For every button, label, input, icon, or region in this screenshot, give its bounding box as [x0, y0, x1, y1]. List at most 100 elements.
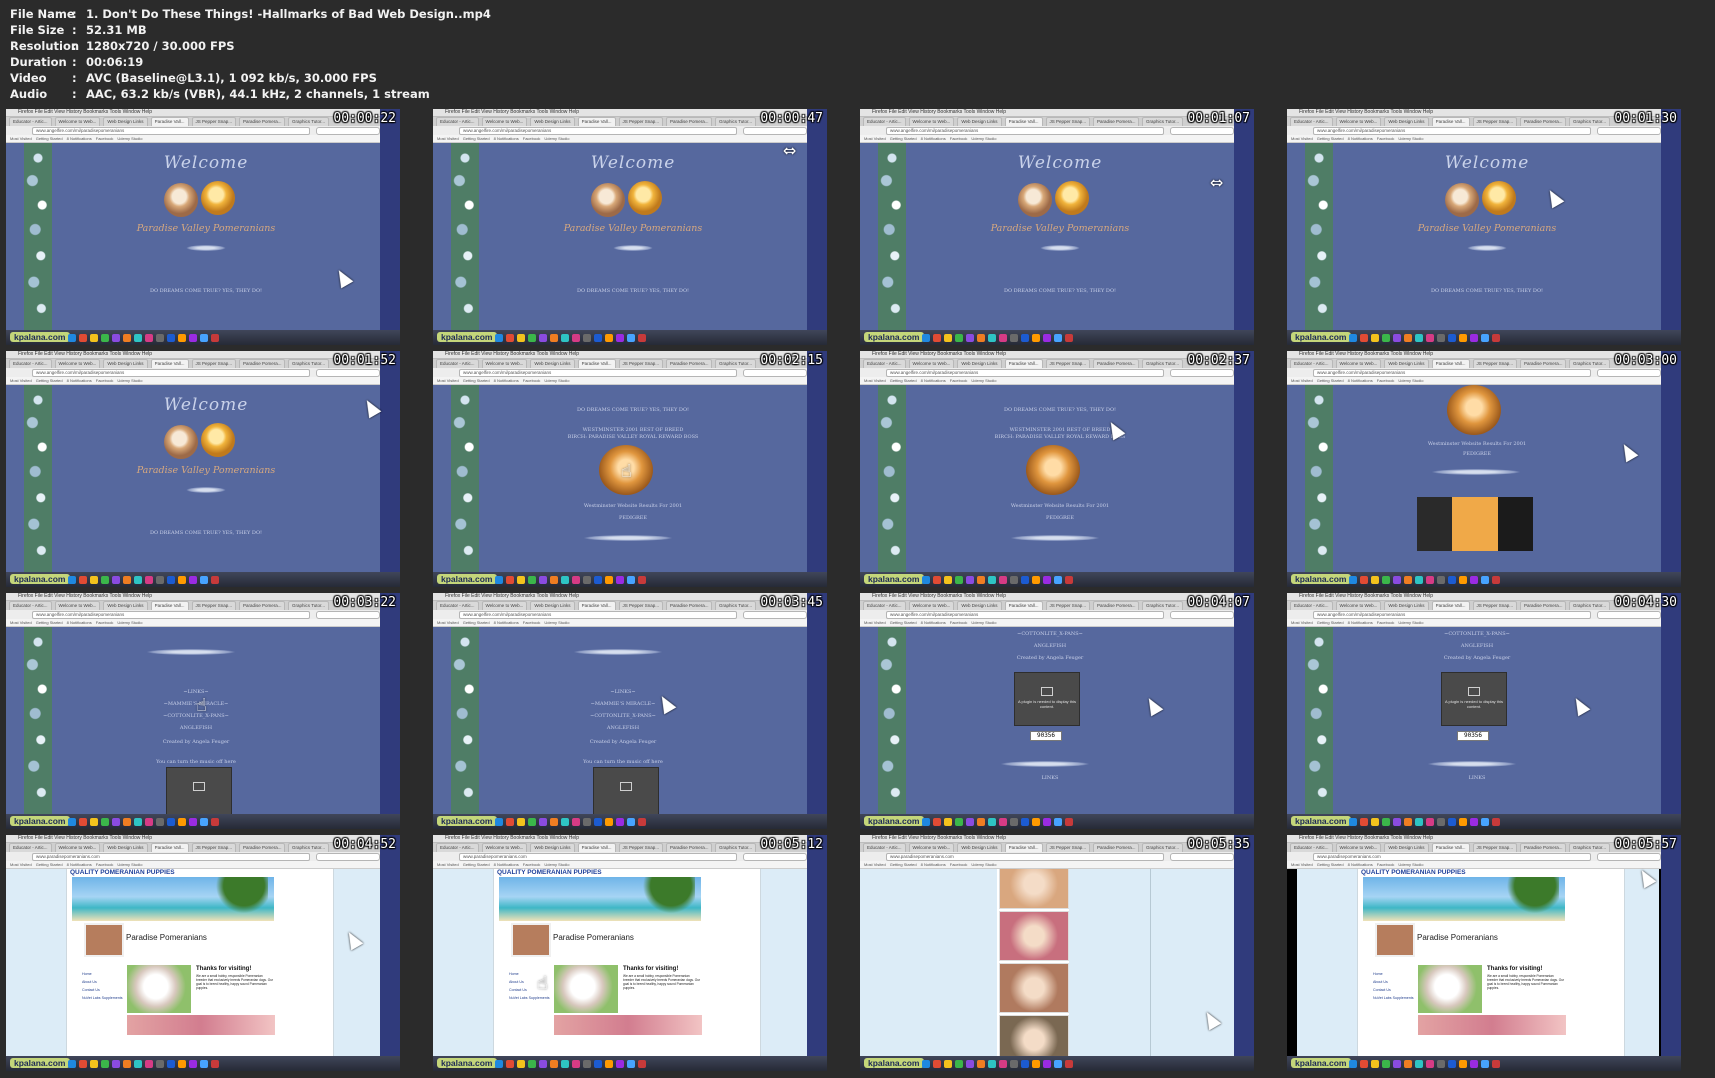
- dock-app-icon[interactable]: [594, 1060, 602, 1068]
- dock-app-icon[interactable]: [616, 818, 624, 826]
- bookmark-item[interactable]: Most Visited: [864, 378, 886, 383]
- browser-tab[interactable]: Educator - Artic...: [863, 601, 906, 610]
- dock-app-icon[interactable]: [638, 334, 646, 342]
- browser-tab[interactable]: Paradise Pomera...: [1520, 843, 1567, 852]
- bookmark-item[interactable]: Most Visited: [10, 620, 32, 625]
- dock-app-icon[interactable]: [594, 334, 602, 342]
- url-field[interactable]: www.angelfire.com/mi/paradisepomeranians: [32, 369, 310, 377]
- bookmark-item[interactable]: 8 Notifications: [494, 620, 519, 625]
- bookmark-item[interactable]: Udemy Studio: [544, 378, 569, 383]
- url-field[interactable]: www.angelfire.com/mi/paradisepomeranians: [1313, 127, 1591, 135]
- video-thumbnail[interactable]: Firefox File Edit View History Bookmarks…: [6, 835, 400, 1071]
- search-field[interactable]: [743, 127, 807, 135]
- dock-app-icon[interactable]: [495, 576, 503, 584]
- bookmark-item[interactable]: 8 Notifications: [921, 620, 946, 625]
- app-menu[interactable]: Firefox File Edit View History Bookmarks…: [872, 593, 1006, 599]
- bookmark-item[interactable]: Getting Started: [36, 862, 63, 867]
- dock-app-icon[interactable]: [200, 334, 208, 342]
- dock-app-icon[interactable]: [944, 1060, 952, 1068]
- dock-app-icon[interactable]: [1393, 818, 1401, 826]
- browser-tab[interactable]: Graphics Tutor...: [1142, 843, 1184, 852]
- bookmark-item[interactable]: Udemy Studio: [971, 378, 996, 383]
- bookmark-item[interactable]: Most Visited: [10, 862, 32, 867]
- dock-app-icon[interactable]: [1371, 576, 1379, 584]
- dock-app-icon[interactable]: [1459, 576, 1467, 584]
- dock-app-icon[interactable]: [495, 1060, 503, 1068]
- dock-app-icon[interactable]: [922, 334, 930, 342]
- dock-app-icon[interactable]: [966, 1060, 974, 1068]
- dock-app-icon[interactable]: [211, 576, 219, 584]
- dock-app-icon[interactable]: [167, 576, 175, 584]
- browser-tab[interactable]: Paradise Vall...: [577, 359, 616, 368]
- dock-app-icon[interactable]: [561, 818, 569, 826]
- url-field[interactable]: www.angelfire.com/mi/paradisepomeranians: [459, 127, 737, 135]
- app-menu[interactable]: Firefox File Edit View History Bookmarks…: [18, 593, 152, 599]
- dock-app-icon[interactable]: [944, 818, 952, 826]
- dock-app-icon[interactable]: [90, 334, 98, 342]
- browser-tab[interactable]: Educator - Artic...: [1290, 359, 1333, 368]
- browser-tab[interactable]: JS Pepper Snap...: [1472, 601, 1518, 610]
- dock-app-icon[interactable]: [955, 334, 963, 342]
- browser-tab[interactable]: Web Design Links: [1384, 359, 1429, 368]
- dock-app-icon[interactable]: [550, 576, 558, 584]
- browser-tab[interactable]: Welcome to Web...: [908, 117, 955, 126]
- dock-app-icon[interactable]: [1470, 1060, 1478, 1068]
- browser-tab[interactable]: Paradise Pomera...: [666, 843, 713, 852]
- video-thumbnail[interactable]: Firefox File Edit View History Bookmarks…: [1287, 109, 1681, 345]
- bookmark-item[interactable]: Facebook: [96, 620, 114, 625]
- dock-app-icon[interactable]: [79, 1060, 87, 1068]
- browser-tab[interactable]: Paradise Vall...: [1431, 117, 1470, 126]
- browser-tab[interactable]: Graphics Tutor...: [1142, 359, 1184, 368]
- dock-app-icon[interactable]: [605, 334, 613, 342]
- dock-app-icon[interactable]: [112, 1060, 120, 1068]
- dock-app-icon[interactable]: [1426, 334, 1434, 342]
- bookmark-item[interactable]: Facebook: [950, 862, 968, 867]
- dock-app-icon[interactable]: [1043, 576, 1051, 584]
- bookmark-item[interactable]: 8 Notifications: [494, 378, 519, 383]
- dock-app-icon[interactable]: [1481, 818, 1489, 826]
- browser-tab[interactable]: Graphics Tutor...: [715, 359, 757, 368]
- browser-tab[interactable]: Welcome to Web...: [481, 601, 528, 610]
- dock-app-icon[interactable]: [1360, 576, 1368, 584]
- dock-app-icon[interactable]: [79, 576, 87, 584]
- dock-app-icon[interactable]: [583, 818, 591, 826]
- browser-tab[interactable]: Educator - Artic...: [436, 117, 479, 126]
- browser-tab[interactable]: Paradise Vall...: [577, 601, 616, 610]
- dock-app-icon[interactable]: [1032, 1060, 1040, 1068]
- nav-link[interactable]: Home: [82, 970, 123, 978]
- dock-app-icon[interactable]: [1470, 334, 1478, 342]
- browser-tab[interactable]: Web Design Links: [530, 117, 575, 126]
- url-field[interactable]: www.angelfire.com/mi/paradisepomeranians: [32, 611, 310, 619]
- browser-tab[interactable]: Welcome to Web...: [481, 843, 528, 852]
- dock-app-icon[interactable]: [966, 818, 974, 826]
- bookmark-item[interactable]: Facebook: [523, 378, 541, 383]
- browser-tab[interactable]: Educator - Artic...: [9, 117, 52, 126]
- dock-app-icon[interactable]: [1415, 1060, 1423, 1068]
- video-thumbnail[interactable]: Firefox File Edit View History Bookmarks…: [433, 351, 827, 587]
- dock-app-icon[interactable]: [933, 1060, 941, 1068]
- pedigree-link[interactable]: PEDIGREE: [523, 515, 743, 522]
- dock-app-icon[interactable]: [966, 576, 974, 584]
- bookmark-item[interactable]: Most Visited: [1291, 862, 1313, 867]
- browser-tab[interactable]: Welcome to Web...: [1335, 359, 1382, 368]
- browser-tab[interactable]: Educator - Artic...: [436, 359, 479, 368]
- dock-app-icon[interactable]: [506, 818, 514, 826]
- dock-app-icon[interactable]: [517, 818, 525, 826]
- browser-tab[interactable]: Educator - Artic...: [9, 601, 52, 610]
- dock-app-icon[interactable]: [1459, 1060, 1467, 1068]
- bookmark-item[interactable]: Getting Started: [463, 378, 490, 383]
- search-field[interactable]: [1170, 369, 1234, 377]
- bookmark-item[interactable]: 8 Notifications: [1348, 862, 1373, 867]
- dock-app-icon[interactable]: [211, 334, 219, 342]
- bookmark-item[interactable]: Most Visited: [437, 620, 459, 625]
- dock-app-icon[interactable]: [1426, 818, 1434, 826]
- dock-app-icon[interactable]: [561, 576, 569, 584]
- dock-app-icon[interactable]: [594, 576, 602, 584]
- dock-app-icon[interactable]: [134, 818, 142, 826]
- dock-app-icon[interactable]: [145, 1060, 153, 1068]
- url-field[interactable]: www.angelfire.com/mi/paradisepomeranians: [32, 127, 310, 135]
- nav-link[interactable]: Contact Us: [1373, 986, 1414, 994]
- bookmark-item[interactable]: 8 Notifications: [1348, 378, 1373, 383]
- browser-tab[interactable]: Paradise Vall...: [1004, 359, 1043, 368]
- dock-app-icon[interactable]: [572, 334, 580, 342]
